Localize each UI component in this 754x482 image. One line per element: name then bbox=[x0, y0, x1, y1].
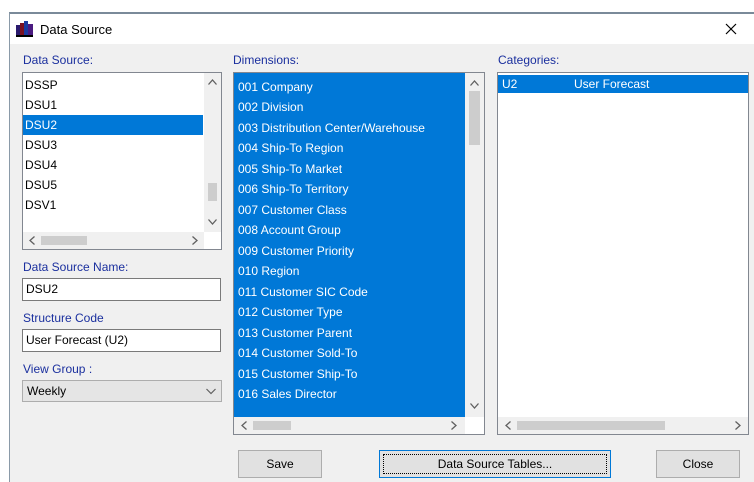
data-source-name-field[interactable]: DSU2 bbox=[22, 278, 221, 301]
list-item[interactable]: 008 Account Group bbox=[234, 220, 463, 241]
scroll-left-icon[interactable] bbox=[499, 417, 516, 434]
scroll-left-icon[interactable] bbox=[235, 417, 252, 434]
data-source-label: Data Source: bbox=[23, 53, 94, 67]
scroll-down-icon[interactable] bbox=[466, 397, 483, 414]
list-item[interactable]: 002 Division bbox=[234, 97, 463, 118]
scroll-down-icon[interactable] bbox=[204, 213, 221, 230]
window-title: Data Source bbox=[40, 22, 113, 37]
list-item[interactable]: 004 Ship-To Region bbox=[234, 138, 463, 159]
scroll-thumb[interactable] bbox=[469, 91, 480, 145]
list-item[interactable]: 006 Ship-To Territory bbox=[234, 179, 463, 200]
list-item[interactable]: DSU4 bbox=[23, 155, 203, 175]
dimensions-list[interactable]: 001 Company 002 Division 003 Distributio… bbox=[233, 72, 485, 435]
close-button-label: Close bbox=[682, 457, 714, 471]
scroll-thumb[interactable] bbox=[208, 183, 217, 201]
list-item[interactable]: 012 Customer Type bbox=[234, 302, 463, 323]
category-code: U2 bbox=[502, 77, 518, 91]
categories-list[interactable]: U2 User Forecast bbox=[497, 72, 749, 435]
list-item[interactable]: 003 Distribution Center/Warehouse bbox=[234, 118, 463, 139]
scroll-right-icon[interactable] bbox=[729, 417, 746, 434]
table-row[interactable]: U2 User Forecast bbox=[498, 75, 748, 93]
list-item[interactable]: DSV1 bbox=[23, 195, 203, 215]
dimensions-hscroll[interactable] bbox=[234, 417, 465, 434]
chevron-down-icon bbox=[206, 388, 216, 395]
data-source-list[interactable]: DSSP DSU1 DSU2 DSU3 DSU4 DSU5 DSV1 bbox=[22, 72, 222, 250]
categories-label: Categories: bbox=[498, 53, 560, 67]
list-item[interactable]: 011 Customer SIC Code bbox=[234, 282, 463, 303]
list-item[interactable]: 010 Region bbox=[234, 261, 463, 282]
list-item[interactable]: 005 Ship-To Market bbox=[234, 159, 463, 180]
scroll-right-icon[interactable] bbox=[445, 417, 462, 434]
data-source-tables-button[interactable]: Data Source Tables... bbox=[379, 450, 611, 478]
dimensions-vscroll[interactable] bbox=[465, 73, 484, 417]
close-button[interactable]: Close bbox=[656, 450, 740, 478]
save-button[interactable]: Save bbox=[238, 450, 322, 478]
data-source-tables-label: Data Source Tables... bbox=[437, 457, 553, 471]
structure-code-field[interactable]: User Forecast (U2) bbox=[22, 329, 221, 352]
category-name: User Forecast bbox=[574, 77, 650, 91]
scroll-thumb[interactable] bbox=[253, 421, 291, 430]
categories-hscroll[interactable] bbox=[498, 417, 748, 434]
list-item[interactable]: 015 Customer Ship-To bbox=[234, 364, 463, 385]
structure-code-label: Structure Code bbox=[23, 311, 104, 325]
scroll-right-icon[interactable] bbox=[186, 232, 203, 249]
list-item[interactable]: DSU3 bbox=[23, 135, 203, 155]
list-item[interactable]: 014 Customer Sold-To bbox=[234, 343, 463, 364]
data-source-vscroll[interactable] bbox=[204, 73, 221, 232]
view-group-value: Weekly bbox=[27, 384, 67, 398]
title-bar: Data Source bbox=[10, 14, 754, 44]
list-item-selected[interactable]: DSU2 bbox=[23, 115, 203, 135]
list-item[interactable]: 013 Customer Parent bbox=[234, 323, 463, 344]
scroll-up-icon[interactable] bbox=[204, 73, 221, 90]
view-group-select[interactable]: Weekly bbox=[22, 380, 222, 402]
save-button-label: Save bbox=[266, 457, 294, 471]
list-item[interactable]: DSSP bbox=[23, 75, 203, 95]
scroll-up-icon[interactable] bbox=[466, 74, 483, 91]
data-source-name-label: Data Source Name: bbox=[23, 260, 129, 274]
scroll-thumb[interactable] bbox=[41, 236, 87, 245]
list-item[interactable]: DSU5 bbox=[23, 175, 203, 195]
close-icon bbox=[725, 23, 737, 35]
list-item[interactable]: 001 Company bbox=[234, 77, 463, 98]
top-strip bbox=[0, 0, 754, 12]
scroll-thumb[interactable] bbox=[517, 421, 665, 430]
window-close-button[interactable] bbox=[708, 14, 754, 44]
list-item[interactable]: 016 Sales Director bbox=[234, 384, 463, 405]
app-books-icon bbox=[16, 21, 33, 37]
dimensions-label: Dimensions: bbox=[233, 53, 300, 67]
data-source-dialog: Data Source Data Source: Dimensions: Cat… bbox=[9, 12, 754, 482]
scroll-left-icon[interactable] bbox=[23, 232, 40, 249]
data-source-hscroll[interactable] bbox=[23, 232, 204, 249]
list-item[interactable]: 007 Customer Class bbox=[234, 200, 463, 221]
list-item[interactable]: 009 Customer Priority bbox=[234, 241, 463, 262]
list-item[interactable]: DSU1 bbox=[23, 95, 203, 115]
view-group-label: View Group : bbox=[23, 362, 93, 376]
